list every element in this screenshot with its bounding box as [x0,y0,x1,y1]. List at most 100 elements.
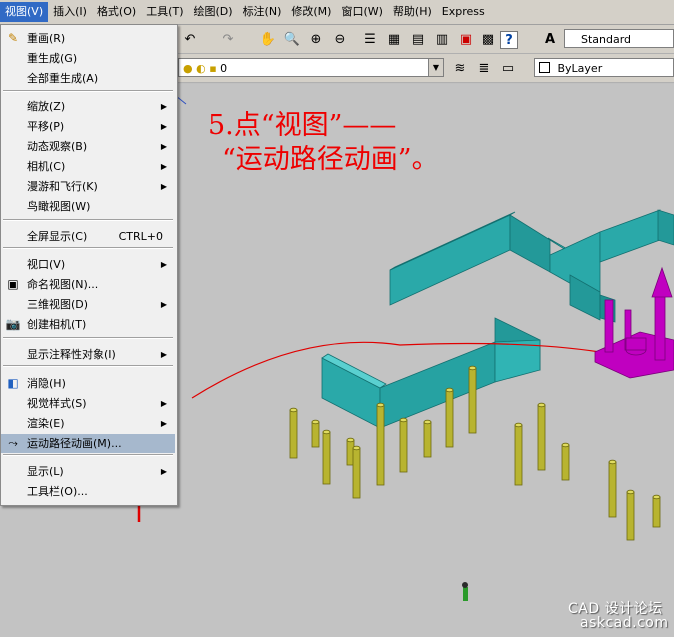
menu-separator [3,337,173,339]
menu-item-label: 显示注释性对象(I) [27,348,116,361]
text-style-value: Standard [581,33,632,46]
submenu-arrow-icon: ▶ [160,467,167,476]
view-menu: ✎ 重画(R) 重生成(G) 全部重生成(A) 缩放(Z) ▶ 平移(P) ▶ 动态观察(B) ▶… [0,24,178,506]
menu-item[interactable]: 工具栏(O)... [1,482,175,501]
menubar-item[interactable]: 视图(V) [0,2,49,22]
submenu-arrow-icon: ▶ [160,182,167,191]
text-style-icon[interactable]: A [540,29,560,49]
menu-item-label: 动态观察(B) [27,140,88,153]
submenu-arrow-icon: ▶ [160,260,167,269]
menu-item[interactable]: ▣ 命名视图(N)... [1,275,175,294]
menu-item[interactable]: 相机(C) ▶ [1,157,175,176]
menu-item-label: 重生成(G) [27,52,78,65]
menu-item-label: 运动路径动画(M)... [27,437,122,450]
menu-item[interactable]: 📷 创建相机(T) [1,315,175,334]
make-current-icon[interactable]: ≣ [474,58,494,78]
menubar-item[interactable]: 绘图(D) [189,2,238,22]
menu-separator [3,247,173,249]
menubar-item[interactable]: 工具(T) [141,2,188,22]
menu-item-label: 显示(L) [27,465,64,478]
menu-item-label: 重画(R) [27,32,66,45]
menu-item-label: 消隐(H) [27,377,66,390]
menu-item[interactable]: ✎ 重画(R) [1,29,175,48]
menu-item-label: 缩放(Z) [27,100,66,113]
menu-item-label: 漫游和飞行(K) [27,180,98,193]
submenu-arrow-icon: ▶ [160,419,167,428]
named-view-icon: ▣ [7,277,19,291]
zoom-window-icon[interactable]: ⊕ [306,29,326,49]
menu-item[interactable]: 重生成(G) [1,49,175,68]
text-style-dropdown[interactable]: Standard [564,29,674,48]
menu-item[interactable]: 全屏显示(C) CTRL+0 [1,227,175,246]
linetype-dropdown[interactable]: ByLayer [534,58,674,77]
linetype-value: ByLayer [557,62,603,75]
menu-item[interactable]: 漫游和飞行(K) ▶ [1,177,175,196]
menubar-item[interactable]: 标注(N) [238,2,287,22]
watermark-line2: askcad.com [580,615,669,631]
menu-item-shortcut: CTRL+0 [118,230,163,243]
help-icon[interactable]: ? [500,31,518,49]
menu-separator [3,365,173,367]
chevron-down-icon: ▼ [428,59,443,76]
menu-bar: 视图(V) 插入(I) 格式(O) 工具(T) 绘图(D) 标注(N) 修改(M) 窗口(W)… [0,0,674,25]
submenu-arrow-icon: ▶ [160,162,167,171]
color-swatch-icon [539,62,550,73]
menu-item[interactable]: 鸟瞰视图(W) [1,197,175,216]
menu-item-label: 全部重生成(A) [27,72,99,85]
submenu-arrow-icon: ▶ [160,142,167,151]
menu-item[interactable]: 缩放(Z) ▶ [1,97,175,116]
menu-item-label: 全屏显示(C) [27,230,88,243]
menu-separator [3,90,173,92]
annotation-line2: “运动路径动画”。 [222,144,439,175]
properties-icon[interactable]: ☰ [360,29,380,49]
menu-item-label: 三维视图(D) [27,298,89,311]
menu-separator [3,454,173,456]
menu-item-label: 鸟瞰视图(W) [27,200,91,213]
menu-item[interactable]: 显示注释性对象(I) ▶ [1,345,175,364]
submenu-arrow-icon: ▶ [160,300,167,309]
layer-properties-icon[interactable]: ≋ [450,58,470,78]
menu-item[interactable]: 三维视图(D) ▶ [1,295,175,314]
menubar-item[interactable]: Express [437,2,490,22]
submenu-arrow-icon: ▶ [160,350,167,359]
menubar-item[interactable]: 帮助(H) [388,2,437,22]
menu-item-label: 渲染(E) [27,417,65,430]
layer-dropdown[interactable]: ● ◐ ▪ 0 ▼ [178,58,444,77]
zoom-previous-icon[interactable]: ⊖ [330,29,350,49]
menubar-item[interactable]: 插入(I) [48,2,92,22]
menu-item-label: 视口(V) [27,258,66,271]
menubar-item[interactable]: 窗口(W) [336,2,387,22]
layer-previous-icon[interactable]: ▭ [498,58,518,78]
menu-item[interactable]: 视口(V) ▶ [1,255,175,274]
zoom-realtime-icon[interactable]: 🔍 [282,29,302,49]
redo-icon[interactable]: ↷ [218,29,238,49]
menu-item[interactable]: 渲染(E) ▶ [1,414,175,433]
undo-icon[interactable]: ↶ [180,29,200,49]
menu-item[interactable]: 平移(P) ▶ [1,117,175,136]
menu-item-label: 创建相机(T) [27,318,87,331]
menu-item[interactable]: ⤳ 运动路径动画(M)... [1,434,175,453]
layer-state-icons: ● ◐ ▪ [183,62,217,75]
menu-item[interactable]: 全部重生成(A) [1,69,175,88]
menu-item-label: 视觉样式(S) [27,397,87,410]
pencil-icon: ✎ [7,31,19,45]
tool-palettes-icon[interactable]: ▤ [408,29,428,49]
submenu-arrow-icon: ▶ [160,102,167,111]
calculator-icon[interactable]: ▩ [478,29,498,49]
layer-value: 0 [220,62,228,75]
menu-item-label: 平移(P) [27,120,65,133]
design-center-icon[interactable]: ▦ [384,29,404,49]
pan-icon[interactable]: ✋ [258,29,278,49]
menu-item[interactable]: 显示(L) ▶ [1,462,175,481]
menu-item[interactable]: 视觉样式(S) ▶ [1,394,175,413]
camera-icon: 📷 [5,317,21,331]
markup-icon[interactable]: ▣ [456,29,476,49]
menubar-item[interactable]: 格式(O) [92,2,141,22]
menu-item-label: 相机(C) [27,160,66,173]
motion-path-icon: ⤳ [8,436,18,450]
sheet-set-icon[interactable]: ▥ [432,29,452,49]
menu-item-label: 命名视图(N)... [27,278,99,291]
menu-item[interactable]: ◧ 消隐(H) [1,374,175,393]
menu-item[interactable]: 动态观察(B) ▶ [1,137,175,156]
menubar-item[interactable]: 修改(M) [286,2,336,22]
